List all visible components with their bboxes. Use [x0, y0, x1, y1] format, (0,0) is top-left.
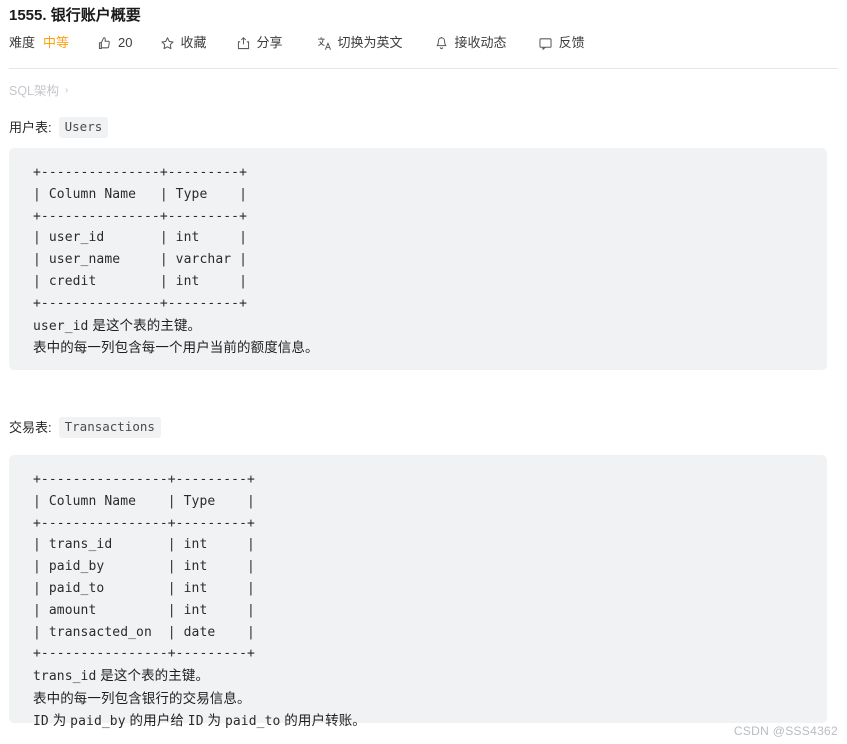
code-line: +---------------+---------+ — [33, 295, 248, 311]
star-icon — [160, 36, 175, 51]
schema-note: 表中的每一列包含银行的交易信息。 — [33, 690, 251, 706]
chevron-right-icon: › — [65, 85, 69, 96]
transactions-table-label: 交易表: — [9, 419, 52, 435]
users-table-name: Users — [58, 117, 109, 138]
users-schema-codeblock: +---------------+---------+ | Column Nam… — [9, 148, 827, 370]
share-icon — [236, 36, 251, 51]
schema-note: user_id 是这个表的主键。 — [33, 317, 202, 334]
users-table-label: 用户表: — [9, 119, 52, 135]
bell-icon — [434, 36, 449, 51]
subscribe-label: 接收动态 — [454, 35, 507, 50]
transactions-schema-codeblock: +----------------+---------+ | Column Na… — [9, 455, 827, 729]
translate-icon — [317, 36, 332, 51]
schema-note: 表中的每一列包含每一个用户当前的额度信息。 — [33, 340, 319, 356]
code-line: | user_id | int | — [33, 230, 248, 246]
schema-note: trans_id 是这个表的主键。 — [33, 668, 210, 685]
csdn-watermark: CSDN @SSS4362 — [733, 724, 838, 738]
code-line: | credit | int | — [33, 273, 248, 289]
schema-note: ID 为 paid_by 的用户给 ID 为 paid_to 的用户转账。 — [33, 712, 366, 729]
problem-toolbar: 难度 中等 20 收藏 分享 切换为英文 接收动态 反馈 — [9, 33, 585, 53]
thumbs-up-icon — [97, 36, 112, 51]
like-count: 20 — [118, 35, 133, 50]
code-line: +----------------+---------+ — [33, 646, 255, 662]
page-title: 1555. 银行账户概要 — [9, 7, 141, 24]
code-line: | Column Name | Type | — [33, 493, 255, 509]
code-line: | trans_id | int | — [33, 537, 255, 553]
sql-schema-label: SQL架构 — [9, 84, 60, 98]
difficulty-label: 难度 — [9, 35, 36, 50]
subscribe-button[interactable]: 接收动态 — [434, 33, 507, 53]
code-line: | amount | int | — [33, 602, 255, 618]
code-line: | user_name | varchar | — [33, 252, 248, 268]
code-line: | transacted_on | date | — [33, 624, 255, 640]
code-line: | paid_to | int | — [33, 580, 255, 596]
translate-button[interactable]: 切换为英文 — [317, 33, 403, 53]
section-heading-transactions: 交易表: Transactions — [9, 417, 161, 438]
share-label: 分享 — [256, 35, 283, 50]
section-heading-users: 用户表: Users — [9, 117, 109, 138]
translate-label: 切换为英文 — [337, 35, 403, 50]
code-line: +---------------+---------+ — [33, 208, 248, 224]
feedback-label: 反馈 — [558, 35, 585, 50]
code-line: | paid_by | int | — [33, 559, 255, 575]
feedback-button[interactable]: 反馈 — [538, 33, 585, 53]
problem-page: 1555. 银行账户概要 难度 中等 20 收藏 分享 切换为英文 接收动态 反… — [0, 0, 847, 744]
favorite-label: 收藏 — [180, 35, 207, 50]
code-line: +----------------+---------+ — [33, 515, 255, 531]
code-line: | Column Name | Type | — [33, 186, 248, 202]
difficulty-value: 中等 — [43, 35, 70, 50]
code-line: +----------------+---------+ — [33, 472, 255, 487]
difficulty-group: 难度 中等 — [9, 33, 69, 53]
transactions-table-name: Transactions — [58, 417, 161, 438]
code-line: +---------------+---------+ — [33, 165, 248, 180]
favorite-button[interactable]: 收藏 — [160, 33, 207, 53]
share-button[interactable]: 分享 — [236, 33, 283, 53]
sql-schema-toggle[interactable]: SQL架构 › — [9, 82, 68, 100]
header-divider — [9, 68, 838, 69]
comment-icon — [538, 36, 553, 51]
like-button[interactable]: 20 — [97, 33, 133, 53]
